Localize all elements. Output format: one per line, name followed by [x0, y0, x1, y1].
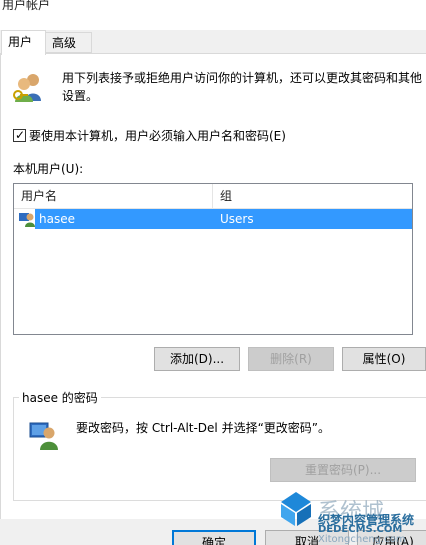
- require-password-checkbox[interactable]: ✓: [13, 128, 26, 142]
- row-group: Users: [220, 212, 254, 226]
- row-username: hasee: [39, 212, 75, 226]
- column-header-group[interactable]: 组: [213, 184, 412, 208]
- password-instructions: 要改密码，按 Ctrl-Alt-Del 并选择“更改密码”。: [76, 421, 331, 435]
- ok-button[interactable]: 确定: [172, 530, 256, 545]
- intro-description: 用下列表接予或拒绝用户访问你的计算机，还可以更改其密码和其他设置。: [62, 71, 423, 103]
- local-users-label: 本机用户(U):: [13, 162, 84, 176]
- column-header-username[interactable]: 用户名: [14, 184, 213, 208]
- tab-strip-divider: [0, 53, 426, 54]
- watermark-line4: Xitongcheng.com: [318, 534, 406, 545]
- title-bar: 用户帐户: [0, 0, 426, 30]
- properties-button[interactable]: 属性(O): [342, 347, 426, 371]
- table-row[interactable]: hasee Users: [14, 209, 412, 229]
- user-computer-icon: [29, 422, 58, 450]
- user-icon: [19, 213, 35, 227]
- users-icon: [13, 74, 41, 102]
- password-group-title: hasee 的密码: [19, 389, 101, 406]
- reset-password-button[interactable]: 重置密码(P)...: [270, 458, 416, 482]
- checkmark-icon: ✓: [15, 128, 26, 142]
- watermark-logo-icon: [281, 492, 311, 526]
- tab-advanced[interactable]: 高级: [46, 32, 92, 53]
- tab-users[interactable]: 用户: [1, 30, 46, 55]
- require-password-label[interactable]: 要使用本计算机，用户必须输入用户名和密码(E): [29, 127, 286, 144]
- local-users-list[interactable]: 用户名 组 hasee Users: [13, 183, 413, 335]
- add-user-button[interactable]: 添加(D)...: [154, 347, 240, 371]
- window-title: 用户帐户: [2, 0, 51, 12]
- list-header: 用户名 组: [14, 184, 412, 209]
- password-groupbox: [13, 397, 426, 501]
- remove-user-button[interactable]: 删除(R): [248, 347, 334, 371]
